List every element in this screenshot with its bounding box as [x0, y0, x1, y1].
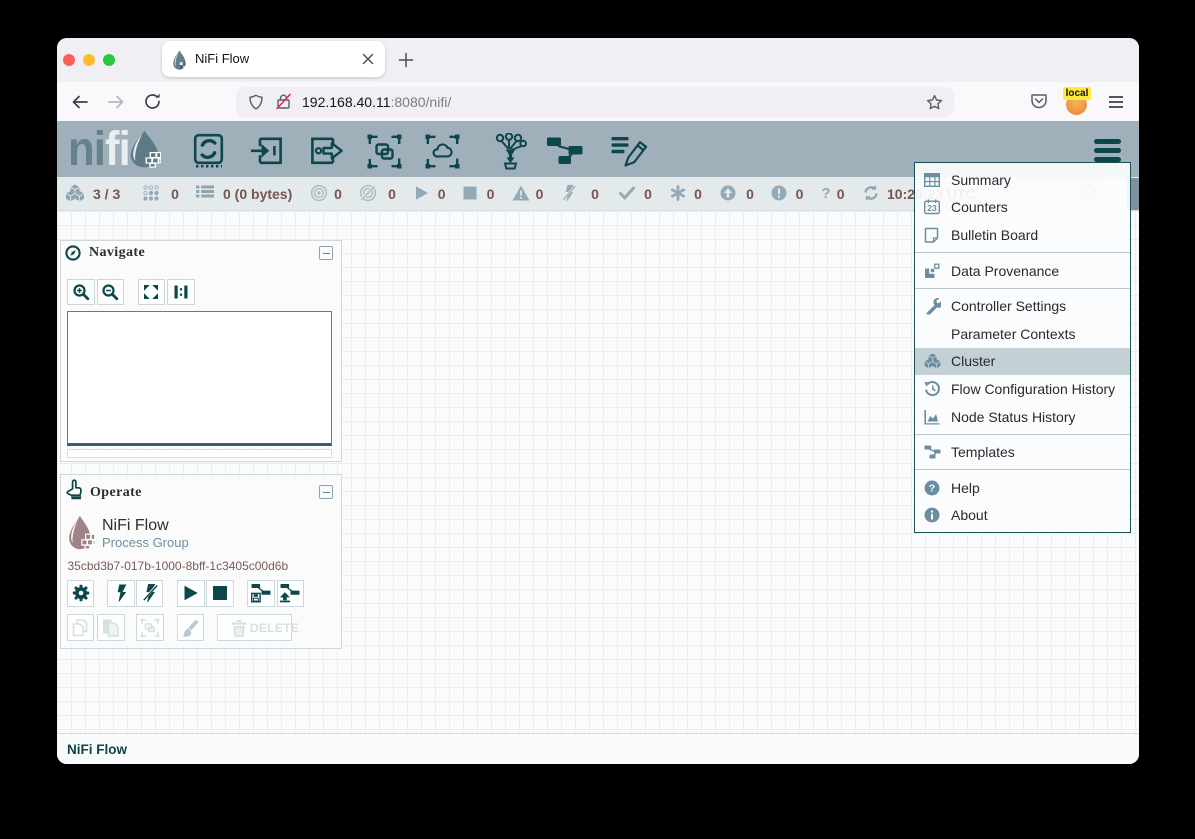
svg-text:?: ?	[929, 482, 935, 494]
svg-text:23: 23	[927, 203, 937, 213]
